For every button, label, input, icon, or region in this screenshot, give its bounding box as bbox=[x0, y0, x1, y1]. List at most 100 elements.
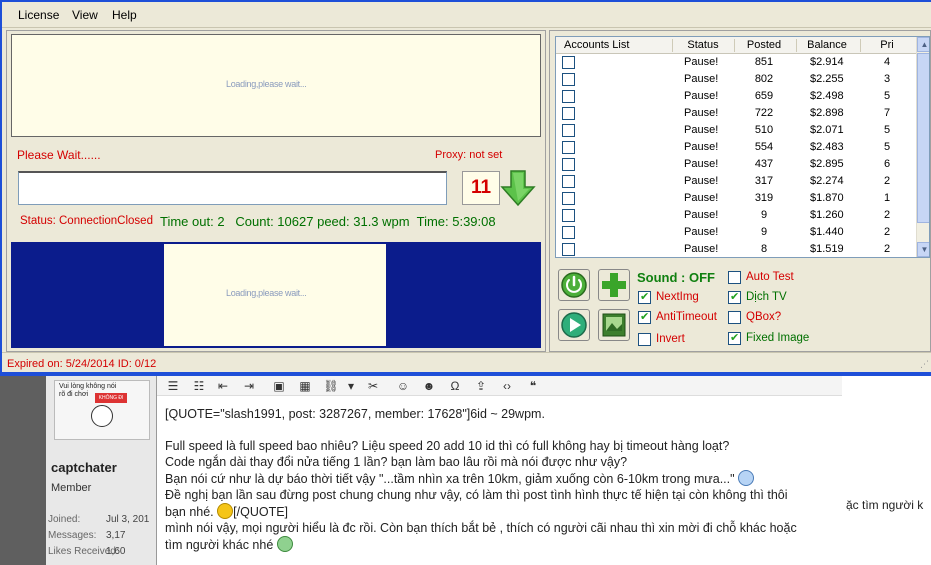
cell-balance: $2.274 bbox=[810, 175, 844, 187]
unlink-icon[interactable]: ✂ bbox=[365, 378, 381, 394]
checkbox-checked-icon[interactable] bbox=[728, 290, 741, 304]
link-icon[interactable]: ⛓ bbox=[323, 378, 339, 394]
col-posted[interactable]: Posted bbox=[736, 39, 792, 51]
quote-icon[interactable]: ❝ bbox=[525, 378, 541, 394]
row-checkbox[interactable] bbox=[562, 243, 575, 256]
cell-balance: $1.260 bbox=[810, 209, 844, 221]
cell-balance: $2.498 bbox=[810, 90, 844, 102]
checkbox-checked-icon[interactable] bbox=[638, 310, 651, 324]
cell-status: Pause! bbox=[684, 209, 719, 221]
code-icon[interactable]: ‹› bbox=[499, 378, 515, 394]
checkbox-unchecked-icon[interactable] bbox=[728, 311, 741, 324]
menu-view[interactable]: View bbox=[72, 8, 98, 22]
captcha-loading-text: Loading,please wait... bbox=[226, 79, 307, 89]
add-account-button[interactable] bbox=[598, 269, 630, 301]
forum-right-column: ặc tìm người k bbox=[842, 376, 931, 565]
cell-pri: 2 bbox=[883, 226, 891, 238]
row-checkbox[interactable] bbox=[562, 141, 575, 154]
cell-status: Pause! bbox=[684, 90, 719, 102]
scroll-down-icon[interactable]: ▼ bbox=[917, 242, 929, 257]
cell-balance: $2.255 bbox=[810, 73, 844, 85]
row-checkbox[interactable] bbox=[562, 124, 575, 137]
scroll-up-icon[interactable]: ▲ bbox=[917, 37, 929, 52]
row-checkbox[interactable] bbox=[562, 107, 575, 120]
cell-posted: 9 bbox=[760, 226, 768, 238]
checkbox-checked-icon[interactable] bbox=[638, 290, 651, 304]
plus-icon bbox=[602, 273, 626, 297]
cell-pri: 5 bbox=[883, 124, 891, 136]
col-status[interactable]: Status bbox=[674, 39, 732, 51]
cell-pri: 1 bbox=[883, 192, 891, 204]
upload-icon[interactable]: ⇪ bbox=[473, 378, 489, 394]
captcha-answer-input[interactable] bbox=[18, 171, 447, 205]
down-arrow-icon[interactable] bbox=[500, 169, 536, 207]
checkbox-unchecked-icon[interactable] bbox=[638, 333, 651, 346]
omega-icon[interactable]: Ω bbox=[447, 378, 463, 394]
countdown-counter: 11 bbox=[462, 171, 500, 205]
cell-pri: 4 bbox=[883, 56, 891, 68]
cell-pri: 5 bbox=[883, 90, 891, 102]
emoji-icon[interactable]: ☻ bbox=[421, 378, 437, 394]
row-checkbox[interactable] bbox=[562, 226, 575, 239]
row-checkbox[interactable] bbox=[562, 158, 575, 171]
resize-grip-icon[interactable]: ⋰ bbox=[920, 359, 929, 370]
cell-posted: 8 bbox=[760, 243, 768, 255]
media-icon[interactable]: ▦ bbox=[297, 378, 313, 394]
power-button[interactable] bbox=[558, 269, 590, 301]
cell-posted: 9 bbox=[760, 209, 768, 221]
col-pri[interactable]: Pri bbox=[862, 39, 912, 51]
post-line: tìm người khác nhé bbox=[165, 536, 835, 553]
accounts-grid[interactable]: Accounts List Status Posted Balance Pri … bbox=[555, 36, 930, 258]
outdent-icon[interactable]: ⇤ bbox=[215, 378, 231, 394]
col-accounts-list[interactable]: Accounts List bbox=[564, 39, 644, 51]
chevron-down-icon[interactable]: ▾ bbox=[343, 378, 359, 394]
cell-balance: $2.071 bbox=[810, 124, 844, 136]
preview-panel: Loading,please wait... bbox=[11, 242, 541, 348]
forum-user-role: Member bbox=[51, 482, 92, 494]
col-balance[interactable]: Balance bbox=[798, 39, 856, 51]
post-content[interactable]: [QUOTE="slash1991, post: 3287267, member… bbox=[165, 406, 835, 553]
cell-status: Pause! bbox=[684, 124, 719, 136]
cell-pri: 2 bbox=[883, 243, 891, 255]
numbered-list-icon[interactable]: ☷ bbox=[191, 378, 207, 394]
forum-username[interactable]: captchater bbox=[51, 460, 117, 475]
row-checkbox[interactable] bbox=[562, 73, 575, 86]
post-editor[interactable]: ☰ ☷ ⇤ ⇥ ▣ ▦ ⛓ ▾ ✂ ☺ ☻ Ω ⇪ ‹› ❝ [QUOTE="s… bbox=[156, 376, 842, 565]
image-icon[interactable]: ▣ bbox=[271, 378, 287, 394]
image-button[interactable] bbox=[598, 309, 630, 341]
avatar: Vui lòng không nói rõ đi chơi KHÔNG ĐI bbox=[54, 380, 150, 440]
play-button[interactable] bbox=[558, 309, 590, 341]
cell-posted: 851 bbox=[754, 56, 774, 68]
cell-status: Pause! bbox=[684, 107, 719, 119]
menu-license[interactable]: License bbox=[18, 8, 59, 22]
menu-bar: License View Help bbox=[2, 2, 931, 28]
status-bar: Expired on: 5/24/2014 ID: 0/12 ⋰ bbox=[2, 352, 931, 372]
checkbox-unchecked-icon[interactable] bbox=[728, 271, 741, 284]
sound-toggle[interactable]: Sound : OFF bbox=[637, 270, 715, 285]
checkbox-checked-icon[interactable] bbox=[728, 331, 741, 345]
grid-scrollbar[interactable]: ▲ ▼ bbox=[916, 37, 929, 257]
editor-toolbar: ☰ ☷ ⇤ ⇥ ▣ ▦ ⛓ ▾ ✂ ☺ ☻ Ω ⇪ ‹› ❝ bbox=[157, 376, 842, 396]
post-line: [QUOTE="slash1991, post: 3287267, member… bbox=[165, 407, 545, 421]
cell-posted: 659 bbox=[754, 90, 774, 102]
time-stat: Time: 5:39:08 bbox=[416, 214, 496, 229]
cell-balance: $2.483 bbox=[810, 141, 844, 153]
preview-captcha-image: Loading,please wait... bbox=[164, 244, 386, 346]
cell-status: Pause! bbox=[684, 73, 719, 85]
cell-posted: 802 bbox=[754, 73, 774, 85]
post-line: Đề nghị bạn lần sau đừng post chung chun… bbox=[165, 488, 788, 502]
bullet-list-icon[interactable]: ☰ bbox=[165, 378, 181, 394]
cell-status: Pause! bbox=[684, 158, 719, 170]
post-line: Full speed là full speed bao nhiêu? Liệu… bbox=[165, 439, 730, 453]
smiley-icon[interactable]: ☺ bbox=[395, 378, 411, 394]
row-checkbox[interactable] bbox=[562, 209, 575, 222]
row-checkbox[interactable] bbox=[562, 56, 575, 69]
indent-icon[interactable]: ⇥ bbox=[241, 378, 257, 394]
scroll-thumb[interactable] bbox=[917, 53, 929, 223]
menu-help[interactable]: Help bbox=[112, 8, 137, 22]
row-checkbox[interactable] bbox=[562, 175, 575, 188]
row-checkbox[interactable] bbox=[562, 192, 575, 205]
cell-balance: $2.898 bbox=[810, 107, 844, 119]
user-stat-likes: Likes Received: 1,60 bbox=[48, 546, 126, 557]
row-checkbox[interactable] bbox=[562, 90, 575, 103]
